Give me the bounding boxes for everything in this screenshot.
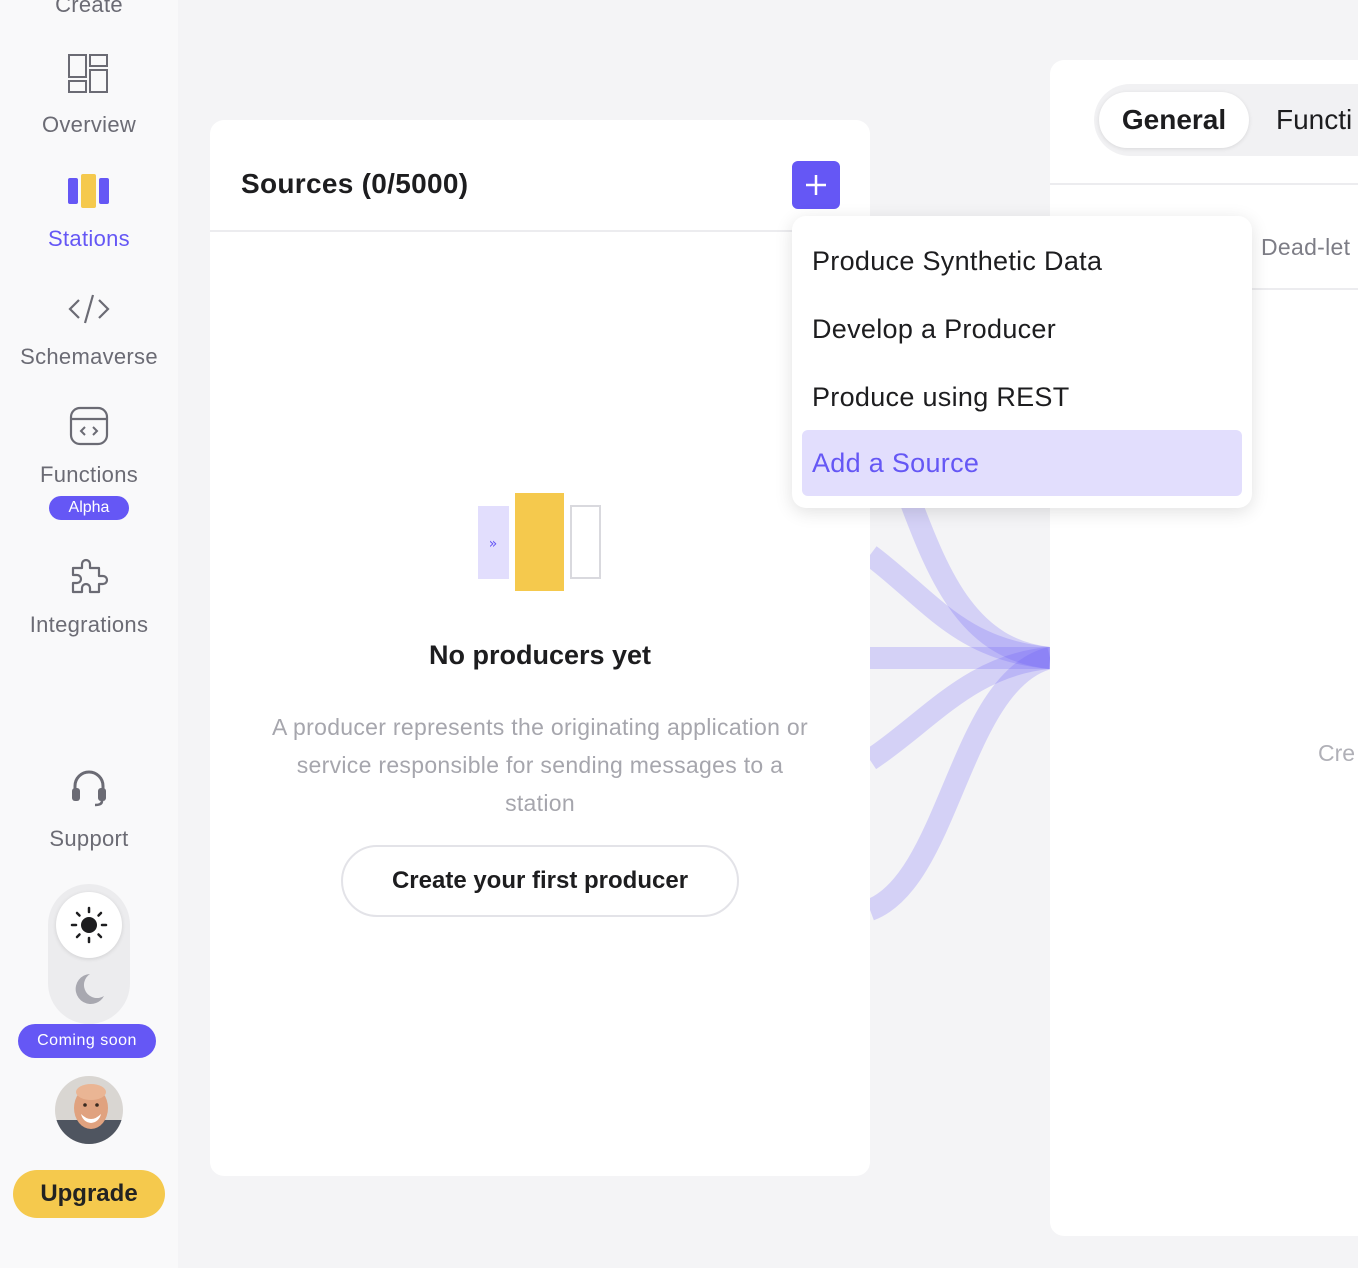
moon-icon[interactable]: [70, 970, 108, 1008]
sources-panel: Sources (0/5000) » No producers yet A pr…: [210, 120, 870, 1176]
alpha-badge: Alpha: [48, 496, 130, 520]
tab-functions[interactable]: Functi: [1276, 92, 1352, 148]
svg-text:»: »: [489, 536, 498, 552]
sidebar-item-label: Stations: [48, 226, 130, 251]
coming-soon-badge: Coming soon: [18, 1024, 156, 1058]
puzzle-icon: [71, 558, 109, 594]
add-source-menu: Produce Synthetic Data Develop a Produce…: [792, 216, 1252, 508]
divider: [1250, 288, 1358, 290]
sun-icon: [70, 906, 108, 944]
sidebar-item-label: Functions: [39, 462, 139, 487]
user-avatar-icon: [55, 1076, 123, 1144]
add-source-button[interactable]: [792, 161, 840, 209]
empty-state-description: A producer represents the originating ap…: [272, 714, 808, 816]
theme-toggle[interactable]: [48, 884, 130, 1024]
plus-icon: [806, 175, 826, 195]
create-stub-text: Cre: [1318, 740, 1356, 766]
code-icon: [68, 294, 110, 324]
sidebar-item-label: Overview: [41, 112, 137, 137]
functions-icon: [69, 406, 109, 446]
tab-dead-letter[interactable]: Dead-let: [1261, 234, 1350, 261]
sidebar-item-overview[interactable]: Overview: [0, 54, 178, 138]
sidebar-item-stations[interactable]: Stations: [0, 174, 178, 252]
light-mode-button[interactable]: [56, 892, 122, 958]
sidebar-item-label: Integrations: [29, 612, 149, 637]
sources-title: Sources (0/5000): [241, 168, 469, 199]
dashboard-icon: [68, 54, 108, 93]
sources-header: Sources (0/5000): [210, 120, 870, 232]
upgrade-button[interactable]: Upgrade: [13, 1170, 165, 1218]
headset-icon: [72, 770, 106, 807]
producer-illustration: »: [478, 493, 601, 591]
menu-item-develop-producer[interactable]: Develop a Producer: [802, 296, 1242, 362]
tab-general[interactable]: General: [1099, 92, 1249, 148]
divider: [1050, 183, 1358, 185]
menu-item-add-source[interactable]: Add a Source: [802, 430, 1242, 496]
empty-state-title: No producers yet: [428, 640, 652, 670]
create-producer-button[interactable]: Create your first producer: [341, 845, 739, 917]
avatar[interactable]: [55, 1076, 123, 1144]
station-tabs: General Functi: [1094, 84, 1358, 156]
stations-icon: [68, 174, 109, 208]
sidebar-item-create[interactable]: Create: [0, 0, 178, 18]
sidebar-item-support[interactable]: Support: [0, 768, 178, 852]
sidebar: Create Overview Stations Schemaverse Fun…: [0, 0, 178, 1268]
sidebar-item-label: Schemaverse: [20, 344, 158, 369]
menu-item-produce-rest[interactable]: Produce using REST: [802, 364, 1242, 430]
connection-flows: [870, 500, 1050, 921]
sidebar-item-label: Support: [49, 826, 129, 851]
sidebar-item-schemaverse[interactable]: Schemaverse: [0, 292, 178, 370]
sidebar-item-functions[interactable]: Functions Alpha: [0, 406, 178, 520]
sidebar-item-label: Create: [55, 0, 123, 17]
sidebar-item-integrations[interactable]: Integrations: [0, 556, 178, 638]
menu-item-synthetic-data[interactable]: Produce Synthetic Data: [802, 228, 1242, 294]
